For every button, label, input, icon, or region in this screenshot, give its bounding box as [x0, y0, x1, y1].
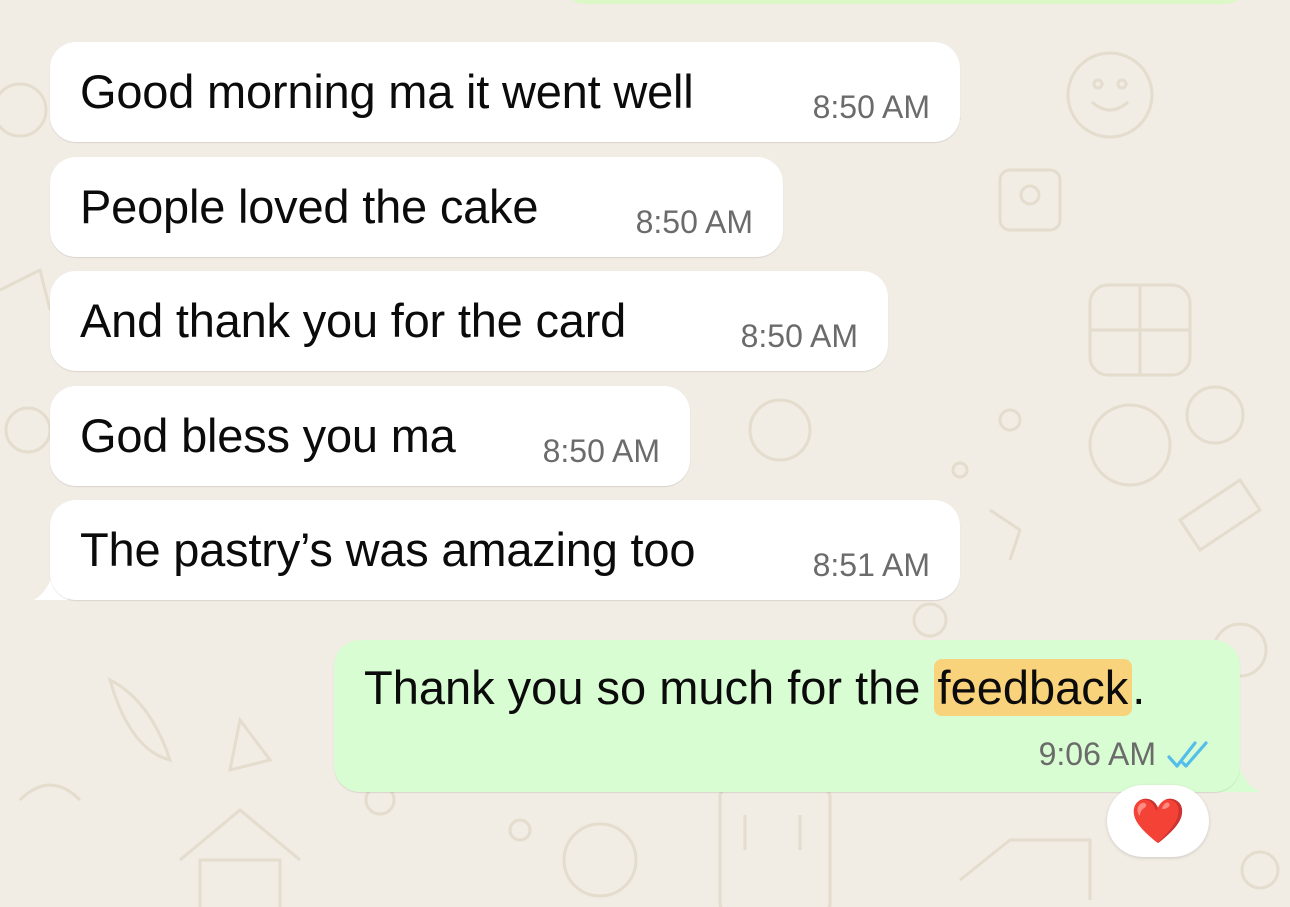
heart-reaction-icon[interactable]: ❤️: [1107, 785, 1209, 857]
search-highlight: feedback: [933, 659, 1133, 716]
message-timestamp: 8:51 AM: [812, 547, 930, 583]
incoming-message[interactable]: Good morning ma it went well 8:50 AM: [50, 42, 960, 142]
incoming-message[interactable]: God bless you ma 8:50 AM: [50, 386, 690, 486]
outgoing-message[interactable]: Thank you so much for the feedback. 9:06…: [334, 640, 1240, 792]
message-timestamp: 8:50 AM: [740, 318, 858, 354]
double-check-read-icon: [1167, 741, 1208, 768]
message-timestamp: 8:50 AM: [542, 433, 660, 469]
message-text-part: .: [1132, 661, 1146, 714]
message-text: People loved the cake: [80, 180, 539, 233]
message-timestamp: 8:50 AM: [635, 204, 753, 240]
message-text: The pastry’s was amazing too: [80, 523, 696, 576]
message-text: God bless you ma: [80, 409, 456, 462]
message-text-part: Thank you so much for the: [364, 661, 934, 714]
previous-outgoing-bubble-edge: [560, 0, 1250, 4]
incoming-message[interactable]: The pastry’s was amazing too 8:51 AM: [50, 500, 960, 600]
message-text: And thank you for the card: [80, 294, 627, 347]
incoming-message[interactable]: People loved the cake 8:50 AM: [50, 157, 783, 257]
message-timestamp: 8:50 AM: [812, 89, 930, 125]
message-timestamp: 9:06 AM: [1038, 736, 1156, 772]
message-text: Thank you so much for the feedback.: [364, 659, 1146, 716]
message-text: Good morning ma it went well: [80, 65, 694, 118]
incoming-message[interactable]: And thank you for the card 8:50 AM: [50, 271, 888, 371]
reaction-emoji: ❤️: [1130, 796, 1186, 847]
